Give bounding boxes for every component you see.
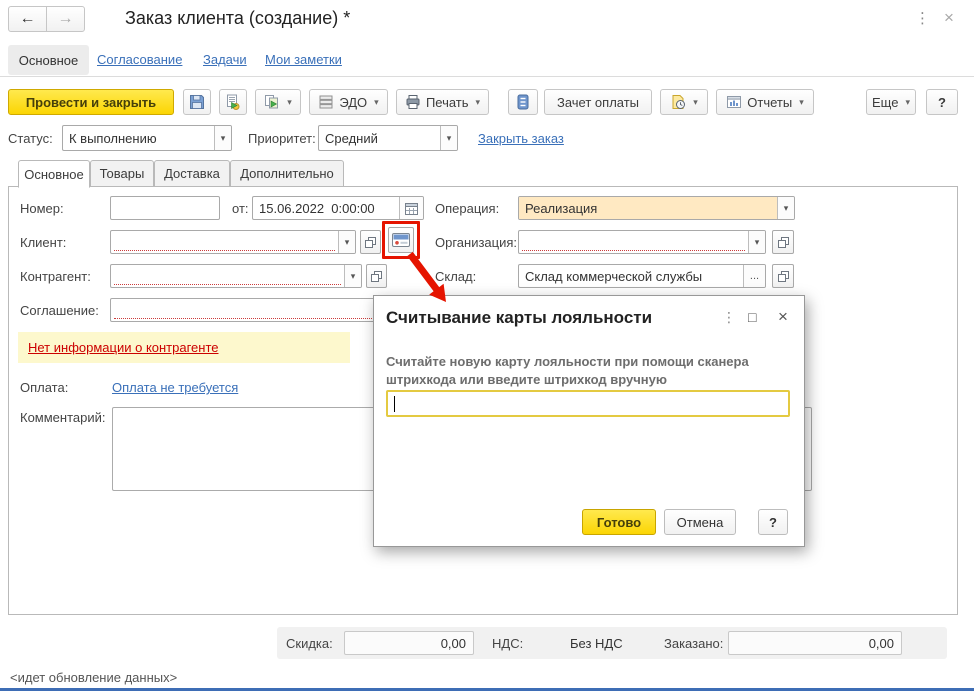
open-in-new-icon xyxy=(777,236,790,249)
comment-label: Комментарий: xyxy=(20,410,106,425)
counterparty-label: Контрагент: xyxy=(20,269,91,284)
tab-goods[interactable]: Товары xyxy=(90,160,154,187)
print-button[interactable]: Печать ▾ xyxy=(396,89,489,115)
counterparty-warning-strip: Нет информации о контрагенте xyxy=(18,332,350,363)
choose-ellipsis-button[interactable]: ... xyxy=(743,265,765,287)
chevron-down-icon[interactable]: ▾ xyxy=(748,231,765,253)
chevron-down-icon[interactable]: ▾ xyxy=(214,126,231,150)
discount-value-field: 0,00 xyxy=(344,631,474,655)
chevron-down-icon[interactable]: ▾ xyxy=(344,265,361,287)
chevron-down-icon[interactable]: ▾ xyxy=(777,197,794,219)
back-arrow-icon: ← xyxy=(19,10,36,27)
agreement-label: Соглашение: xyxy=(20,303,99,318)
reminder-button[interactable]: ▾ xyxy=(660,89,708,115)
payment-offset-button[interactable]: Зачет оплаты xyxy=(544,89,652,115)
chevron-down-icon: ▾ xyxy=(287,96,292,107)
cancel-button[interactable]: Отмена xyxy=(664,509,736,535)
vat-label: НДС: xyxy=(492,636,524,651)
history-forward-button[interactable]: → xyxy=(46,6,85,32)
discount-label: Скидка: xyxy=(286,636,333,651)
edo-icon xyxy=(318,94,334,110)
dialog-menu-kebab-icon[interactable]: ⋮ xyxy=(722,309,736,326)
nav-item-notes[interactable]: Мои заметки xyxy=(265,52,342,67)
status-message: <идет обновление данных> xyxy=(10,670,178,685)
client-input[interactable]: ▾ xyxy=(110,230,356,254)
nav-item-approval[interactable]: Согласование xyxy=(97,52,182,67)
edo-button[interactable]: ЭДО ▾ xyxy=(309,89,388,115)
no-counterparty-info-link[interactable]: Нет информации о контрагенте xyxy=(28,340,219,355)
reminder-icon xyxy=(670,94,686,110)
chevron-down-icon: ▾ xyxy=(799,96,804,107)
vat-value: Без НДС xyxy=(570,636,623,651)
chevron-down-icon[interactable]: ▾ xyxy=(440,126,457,150)
tab-additional[interactable]: Дополнительно xyxy=(230,160,344,187)
reports-icon xyxy=(726,94,742,110)
organization-input[interactable]: ▾ xyxy=(518,230,766,254)
create-based-on-icon xyxy=(264,94,280,110)
order-window: ← → Заказ клиента (создание) * ⋮ × Основ… xyxy=(0,0,974,691)
dialog-instruction: Считайте новую карту лояльности при помо… xyxy=(386,354,749,388)
open-in-new-icon xyxy=(364,236,377,249)
more-button[interactable]: Еще ▾ xyxy=(866,89,916,115)
chevron-down-icon: ▾ xyxy=(905,96,910,107)
open-in-new-icon xyxy=(370,270,383,283)
create-based-on-button[interactable]: ▾ xyxy=(255,89,301,115)
status-select[interactable]: К выполнению ▾ xyxy=(62,125,232,151)
dialog-help-button[interactable]: ? xyxy=(758,509,788,535)
payment-not-required-link[interactable]: Оплата не требуется xyxy=(112,380,238,395)
warehouse-input[interactable]: Склад коммерческой службы ... xyxy=(518,264,766,288)
ordered-value-field: 0,00 xyxy=(728,631,902,655)
post-document-icon xyxy=(225,94,241,110)
related-documents-button[interactable] xyxy=(508,89,538,115)
ordered-label: Заказано: xyxy=(664,636,724,651)
date-prefix-label: от: xyxy=(232,201,249,216)
operation-label: Операция: xyxy=(435,201,500,216)
post-and-close-button[interactable]: Провести и закрыть xyxy=(8,89,174,115)
open-in-new-icon xyxy=(777,270,790,283)
priority-select[interactable]: Средний ▾ xyxy=(318,125,458,151)
annotation-arrow xyxy=(407,251,446,302)
date-input[interactable]: 15.06.2022 0:00:00 xyxy=(252,196,424,220)
payment-label: Оплата: xyxy=(20,380,69,395)
tab-main[interactable]: Основное xyxy=(18,160,90,188)
related-documents-icon xyxy=(516,94,530,110)
divider xyxy=(0,76,974,77)
chevron-down-icon: ▾ xyxy=(693,96,698,107)
post-document-button[interactable] xyxy=(219,89,247,115)
tab-delivery[interactable]: Доставка xyxy=(154,160,230,187)
barcode-input[interactable] xyxy=(386,390,790,417)
loyalty-card-dialog: Считывание карты лояльности ⋮ □ × Считай… xyxy=(373,295,805,547)
help-button[interactable]: ? xyxy=(926,89,958,115)
window-close-icon[interactable]: × xyxy=(944,8,954,28)
priority-label: Приоритет: xyxy=(248,131,316,146)
nav-item-main[interactable]: Основное xyxy=(8,45,89,75)
organization-open-button[interactable] xyxy=(772,230,794,254)
counterparty-input[interactable]: ▾ xyxy=(110,264,362,288)
status-label: Статус: xyxy=(8,131,53,146)
dialog-close-icon[interactable]: × xyxy=(778,307,788,327)
chevron-down-icon: ▾ xyxy=(374,96,379,107)
dialog-maximize-icon[interactable]: □ xyxy=(748,309,756,325)
window-menu-kebab-icon[interactable]: ⋮ xyxy=(915,9,930,27)
chevron-down-icon[interactable]: ▾ xyxy=(338,231,355,253)
done-button[interactable]: Готово xyxy=(582,509,656,535)
print-icon xyxy=(405,94,421,110)
operation-select[interactable]: Реализация ▾ xyxy=(518,196,795,220)
save-button[interactable] xyxy=(183,89,211,115)
nav-item-tasks[interactable]: Задачи xyxy=(203,52,247,67)
save-icon xyxy=(189,94,205,110)
counterparty-open-button[interactable] xyxy=(366,264,387,288)
reports-button[interactable]: Отчеты ▾ xyxy=(716,89,814,115)
client-open-button[interactable] xyxy=(360,230,381,254)
forward-arrow-icon: → xyxy=(57,10,74,27)
calendar-icon[interactable] xyxy=(399,197,423,219)
number-input[interactable] xyxy=(110,196,220,220)
warehouse-open-button[interactable] xyxy=(772,264,794,288)
chevron-down-icon: ▾ xyxy=(475,96,481,107)
number-label: Номер: xyxy=(20,201,64,216)
client-label: Клиент: xyxy=(20,235,67,250)
close-order-link[interactable]: Закрыть заказ xyxy=(478,131,564,146)
page-title: Заказ клиента (создание) * xyxy=(125,8,351,28)
history-back-button[interactable]: ← xyxy=(8,6,47,32)
